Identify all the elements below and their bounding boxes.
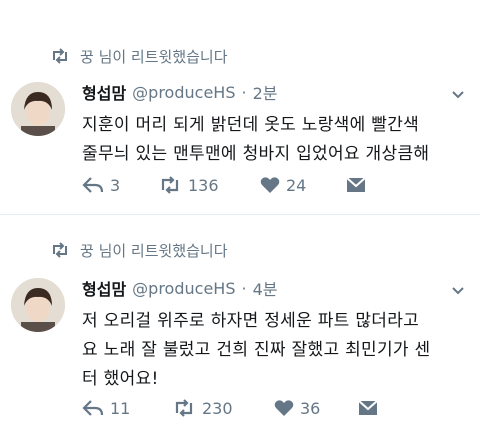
tweet-text-line: 줄무늬 있는 맨투맨에 청바지 입었어요 개상큼해 <box>82 144 430 164</box>
tweet[interactable]: 꿍 님이 리트윗했습니다 형섭맘 @produceHS · 2분 지훈이 머리 … <box>0 0 480 214</box>
like-count: 36 <box>300 398 321 418</box>
tweet-text: 저 오리걸 위주로 하자면 정세운 파트 많더라고 요 노래 잘 불렀고 건희 … <box>82 307 474 394</box>
user-handle[interactable]: @produceHS <box>132 279 235 298</box>
retweet-icon <box>175 399 193 417</box>
dm-button[interactable] <box>346 173 372 197</box>
retweet-icon <box>53 242 67 258</box>
tweet-text-line: 지훈이 머리 되게 밝던데 옷도 노랑색에 빨간색 <box>82 115 420 135</box>
retweet-icon <box>161 176 179 194</box>
avatar[interactable] <box>11 82 65 136</box>
tweet-text-line: 요 노래 잘 불렀고 건희 진짜 잘했고 최민기가 센 <box>82 340 431 360</box>
tweet-header: 형섭맘 @produceHS · 2분 <box>82 79 277 105</box>
separator-dot: · <box>241 82 247 102</box>
like-count: 24 <box>286 175 307 195</box>
display-name[interactable]: 형섭맘 <box>82 80 126 104</box>
retweet-context: 꿍 님이 리트윗했습니다 <box>50 44 228 68</box>
reply-count: 3 <box>110 175 121 195</box>
chevron-down-icon[interactable] <box>450 87 466 103</box>
like-button[interactable]: 24 <box>260 173 306 197</box>
display-name[interactable]: 형섭맘 <box>82 276 126 300</box>
envelope-icon <box>358 400 378 415</box>
retweet-count: 230 <box>202 398 233 418</box>
timestamp[interactable]: 4분 <box>253 276 278 300</box>
heart-icon <box>260 177 280 193</box>
envelope-icon <box>346 177 366 192</box>
separator-dot: · <box>241 278 247 298</box>
retweet-context: 꿍 님이 리트윗했습니다 <box>50 238 228 262</box>
reply-button[interactable]: 11 <box>82 396 130 420</box>
retweet-icon <box>53 48 67 64</box>
tweet-text: 지훈이 머리 되게 밝던데 옷도 노랑색에 빨간색 줄무늬 있는 맨투맨에 청바… <box>82 111 474 169</box>
retweet-button[interactable]: 136 <box>158 173 219 197</box>
retweet-button[interactable]: 230 <box>172 396 233 420</box>
reply-button[interactable]: 3 <box>82 173 120 197</box>
retweet-label: 꿍 님이 리트윗했습니다 <box>80 241 228 260</box>
retweet-count: 136 <box>188 175 219 195</box>
user-handle[interactable]: @produceHS <box>132 83 235 102</box>
reply-icon <box>82 400 104 416</box>
avatar[interactable] <box>11 278 65 332</box>
reply-count: 11 <box>110 398 131 418</box>
timestamp[interactable]: 2분 <box>253 80 278 104</box>
dm-button[interactable] <box>358 396 384 420</box>
like-button[interactable]: 36 <box>274 396 320 420</box>
chevron-down-icon[interactable] <box>450 283 466 299</box>
tweet[interactable]: 꿍 님이 리트윗했습니다 형섭맘 @produceHS · 4분 저 오리걸 위… <box>0 215 480 442</box>
tweet-actions: 11 230 36 <box>82 396 472 420</box>
tweet-header: 형섭맘 @produceHS · 4분 <box>82 275 277 301</box>
tweet-actions: 3 136 24 <box>82 173 472 197</box>
tweet-text-line: 터 했어요! <box>82 369 159 389</box>
tweet-text-line: 저 오리걸 위주로 하자면 정세운 파트 많더라고 <box>82 311 420 331</box>
retweet-label: 꿍 님이 리트윗했습니다 <box>80 47 228 66</box>
heart-icon <box>274 400 294 416</box>
reply-icon <box>82 177 104 193</box>
